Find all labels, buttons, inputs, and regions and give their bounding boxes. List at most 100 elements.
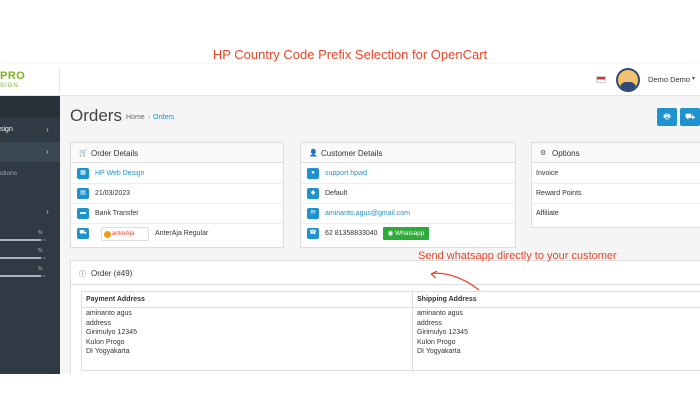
gear-icon: ⚙ xyxy=(540,150,547,157)
shipping-method: AnterAja Regular xyxy=(155,230,209,237)
option-label: Reward Points xyxy=(536,190,582,197)
calendar-icon: ▤ xyxy=(77,188,89,199)
breadcrumb: Home › Orders xyxy=(126,114,174,121)
address-line: Girimulyo 12345 xyxy=(86,329,137,336)
panel-title: Customer Details xyxy=(321,149,383,158)
chevron-right-icon: › xyxy=(46,125,49,134)
panel-title: Order Details xyxy=(91,149,139,158)
address-line: aminanto agus xyxy=(86,310,132,317)
phone-row: ☎ 62 81358833040 ◉ Whatsapp xyxy=(301,224,515,244)
panel-title: Options xyxy=(552,149,580,158)
progress-percent-label: % xyxy=(38,266,43,272)
shop-icon: ▦ xyxy=(77,168,89,179)
whatsapp-icon: ◉ xyxy=(387,230,396,237)
page-title: Orders xyxy=(70,106,122,125)
option-row-reward-points: Reward Points xyxy=(532,184,700,204)
whatsapp-annotation: Send whatsapp directly to your customer xyxy=(418,250,617,262)
panel-title: Order (#49) xyxy=(91,269,133,278)
customer-name-link[interactable]: support hpwd xyxy=(325,170,367,177)
payment-address-header: Payment Address xyxy=(82,292,412,308)
main-content: Orders Home › Orders 🖶 ⛟ 🛒 Order Details ▦… xyxy=(60,96,700,374)
breadcrumb-current[interactable]: Orders xyxy=(153,114,174,121)
payment-row: ▬ Bank Transfer xyxy=(71,204,283,224)
customer-phone: 62 81358833040 xyxy=(325,230,378,237)
credit-card-icon: ▬ xyxy=(77,208,89,219)
customer-row: ● support hpwd xyxy=(301,164,515,184)
avatar-body xyxy=(620,82,636,90)
sidebar-subitem-collections[interactable]: ctions xyxy=(0,166,60,182)
address-line: DI Yogyakarta xyxy=(86,348,130,355)
logo-main-text: PRO xyxy=(0,70,26,82)
progress-fill xyxy=(0,275,42,277)
user-name[interactable]: Demo Demo xyxy=(648,75,690,84)
sidebar-top xyxy=(0,96,60,118)
payment-method: Bank Transfer xyxy=(95,210,139,217)
progress-fill xyxy=(0,257,42,259)
chevron-right-icon: › xyxy=(46,207,49,216)
top-header: PRO SIGN Demo Demo ▾ xyxy=(0,64,700,96)
annotation-arrow xyxy=(430,270,480,291)
whatsapp-label: Whatsapp xyxy=(395,230,425,237)
sidebar-item-collapsed[interactable]: › xyxy=(0,202,60,222)
language-flag-icon[interactable] xyxy=(596,76,606,83)
admin-window: PRO SIGN Demo Demo ▾ sign › › ctions › % xyxy=(0,64,700,374)
sidebar-progress-bar: % xyxy=(0,230,46,242)
sidebar-item-label: sign xyxy=(0,126,13,133)
avatar-head xyxy=(623,73,633,82)
user-menu-chevron-down-icon[interactable]: ▾ xyxy=(692,75,695,82)
user-icon: ● xyxy=(307,168,319,179)
whatsapp-button[interactable]: ◉ Whatsapp xyxy=(383,227,429,240)
address-line: Girimulyo 12345 xyxy=(417,329,468,336)
date-added: 21/03/2023 xyxy=(95,190,131,197)
store-row: ▦ HP Web Design xyxy=(71,164,283,184)
progress-percent-label: % xyxy=(38,230,43,236)
payment-address-cell: aminanto agus address Girimulyo 12345 Ku… xyxy=(82,309,137,357)
option-row-invoice: Invoice xyxy=(532,164,700,184)
promo-banner-title: HP Country Code Prefix Selection for Ope… xyxy=(0,44,700,66)
logo-sub-text: SIGN xyxy=(0,83,19,89)
address-line: DI Yogyakarta xyxy=(417,348,461,355)
user-avatar[interactable] xyxy=(616,68,640,92)
option-label: Invoice xyxy=(536,170,559,177)
sidebar-subitem-label: ctions xyxy=(0,170,17,177)
option-label: Affiliate xyxy=(536,210,559,217)
brand-logo[interactable]: PRO SIGN xyxy=(0,68,60,92)
progress-fill xyxy=(0,239,42,241)
envelope-icon: ✉ xyxy=(307,208,319,219)
address-line: Kulon Progo xyxy=(417,338,456,346)
panel-heading: 🛒 Order Details xyxy=(71,143,283,163)
email-row: ✉ aminanto.agus@gmail.com xyxy=(301,204,515,224)
user-icon: 👤 xyxy=(309,150,318,157)
cart-icon: 🛒 xyxy=(79,150,88,157)
info-circle-icon: ⓘ xyxy=(79,271,86,278)
sidebar-item-design[interactable]: sign › xyxy=(0,120,60,140)
shipping-address-cell: aminanto agus address Girimulyo 12345 Ku… xyxy=(413,309,468,357)
bottom-background xyxy=(0,374,700,410)
customer-group-row: ◆ Default xyxy=(301,184,515,204)
options-panel: ⚙ Options Invoice Reward Points Affiliat… xyxy=(531,142,700,228)
print-button[interactable]: 🖶 xyxy=(657,108,677,126)
phone-icon: ☎ xyxy=(307,228,319,239)
address-line: address xyxy=(86,319,111,327)
panel-heading: 👤 Customer Details xyxy=(301,143,515,163)
anteraja-logo: anterAja xyxy=(101,227,149,241)
customer-details-panel: 👤 Customer Details ● support hpwd ◆ Defa… xyxy=(300,142,516,248)
breadcrumb-home-link[interactable]: Home xyxy=(126,114,145,121)
group-icon: ◆ xyxy=(307,188,319,199)
sidebar: sign › › ctions › % % % xyxy=(0,96,60,374)
truck-icon: ⛟ xyxy=(77,228,89,239)
address-line: aminanto agus xyxy=(417,310,463,317)
address-line: Kulon Progo xyxy=(86,338,125,346)
date-row: ▤ 21/03/2023 xyxy=(71,184,283,204)
order-details-panel: 🛒 Order Details ▦ HP Web Design ▤ 21/03/… xyxy=(70,142,284,248)
shipping-row: ⛟ anterAja AnterAja Regular xyxy=(71,224,283,244)
customer-email-link[interactable]: aminanto.agus@gmail.com xyxy=(325,210,410,217)
customer-group: Default xyxy=(325,190,348,197)
address-table: Payment Address Shipping Address aminant… xyxy=(81,291,700,372)
sidebar-item-active[interactable]: › xyxy=(0,142,60,162)
address-line: address xyxy=(417,319,442,327)
store-link[interactable]: HP Web Design xyxy=(95,170,145,177)
sidebar-progress-bar: % xyxy=(0,248,46,260)
shipping-list-button[interactable]: ⛟ xyxy=(680,108,700,126)
sidebar-progress-bar: % xyxy=(0,266,46,278)
